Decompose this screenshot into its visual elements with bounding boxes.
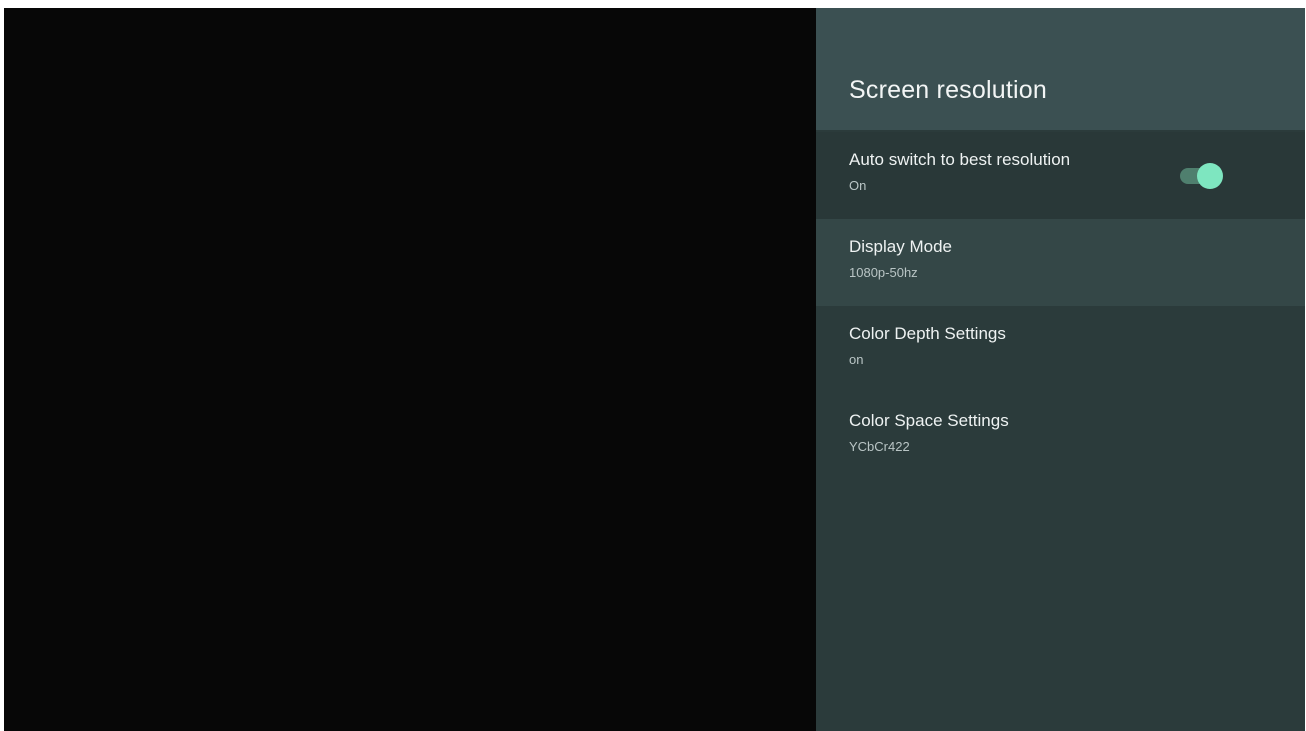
- setting-title: Color Space Settings: [849, 411, 1009, 430]
- setting-title: Display Mode: [849, 237, 952, 256]
- tv-screen: Screen resolution Auto switch to best re…: [4, 8, 1305, 731]
- setting-item-color-depth[interactable]: Color Depth Settings on: [816, 306, 1305, 393]
- setting-item-auto-switch[interactable]: Auto switch to best resolution On: [816, 132, 1305, 219]
- setting-item-color-space[interactable]: Color Space Settings YCbCr422: [816, 393, 1305, 480]
- setting-item-display-mode[interactable]: Display Mode 1080p-50hz: [816, 219, 1305, 306]
- panel-header: Screen resolution: [816, 8, 1305, 130]
- settings-side-panel: Screen resolution Auto switch to best re…: [816, 8, 1305, 731]
- auto-switch-toggle[interactable]: [1178, 163, 1224, 189]
- setting-summary: on: [849, 352, 864, 367]
- setting-summary: YCbCr422: [849, 439, 910, 454]
- setting-title: Auto switch to best resolution: [849, 150, 1071, 169]
- setting-title: Color Depth Settings: [849, 324, 1006, 343]
- setting-summary: On: [849, 178, 867, 193]
- page-title: Screen resolution: [849, 76, 1047, 104]
- setting-summary: 1080p-50hz: [849, 265, 918, 280]
- toggle-thumb: [1197, 163, 1223, 189]
